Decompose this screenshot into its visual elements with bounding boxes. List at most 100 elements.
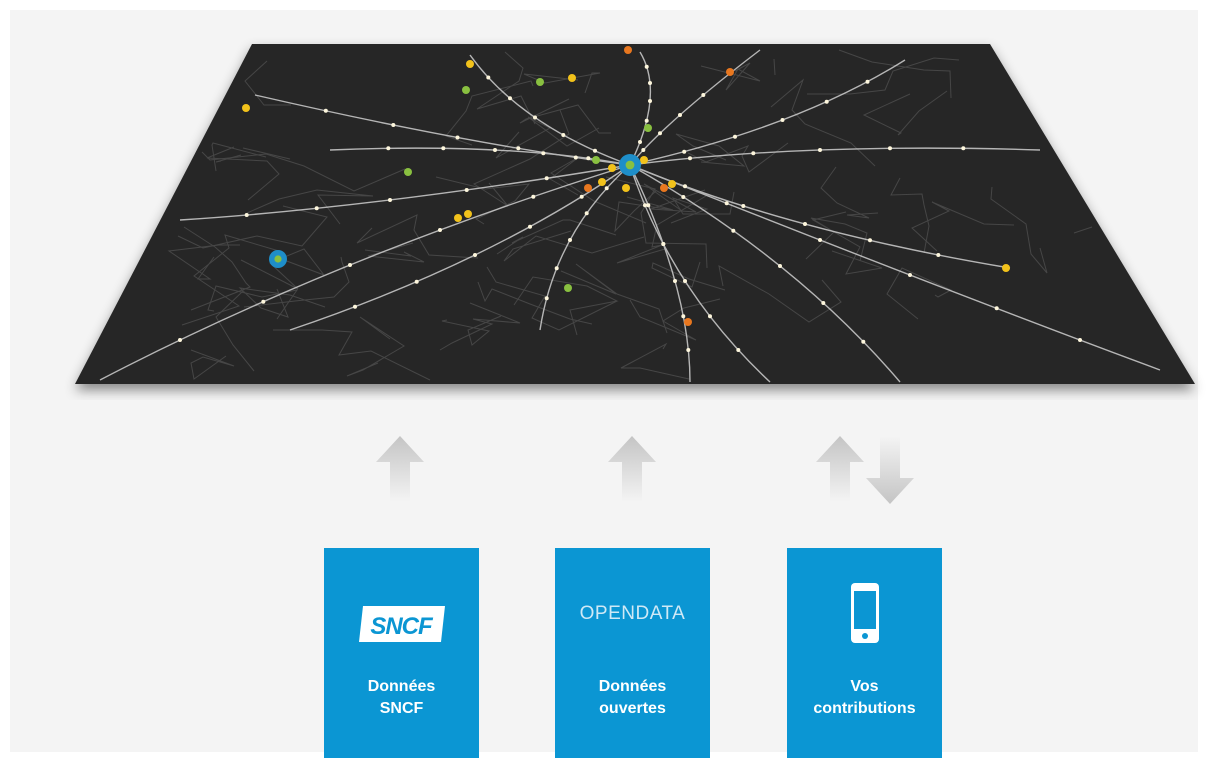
card-label-opendata: Données ouvertes [555,676,710,720]
station-dot [658,131,662,136]
station-dot [678,113,682,117]
station-dot [780,118,785,122]
card-label-line1: Vos [850,678,879,695]
station-dot [508,96,512,101]
station-dot [736,348,741,352]
station-dot [641,148,646,152]
card-label-sncf: Données SNCF [324,676,479,720]
station-dot [531,194,536,199]
hub-center [274,255,282,263]
station-dot [561,133,566,137]
station-dot [818,238,822,242]
station-yellow [640,156,648,164]
card-label-line2: contributions [813,700,916,717]
station-dot [648,99,652,103]
station-yellow [1002,264,1010,272]
station-dot [803,222,807,226]
sncf-logo: SNCF [359,606,445,642]
station-yellow [608,164,616,172]
station-dot [778,264,782,268]
station-dot [1078,338,1082,342]
station-orange [684,318,692,326]
station-dot [568,238,572,242]
station-dot [865,79,870,84]
station-dot [353,304,357,309]
station-yellow [568,74,576,82]
station-yellow [454,214,462,222]
station-green [564,284,572,292]
station-dot [178,338,182,342]
station-yellow [622,184,630,192]
station-dot [516,146,521,151]
station-dot [861,339,866,344]
station-dot [661,242,666,246]
station-dot [994,306,999,311]
station-dot [682,149,687,154]
station-dot [323,108,328,113]
card-label-line2: ouvertes [599,700,666,717]
svg-text:SNCF: SNCF [370,613,434,640]
station-dot [961,146,966,151]
station-dot [455,135,460,140]
station-dot [731,228,736,233]
station-dot [464,188,469,192]
station-dot [554,266,559,271]
station-yellow [242,104,250,112]
station-dot [701,93,706,97]
station-dot [708,314,712,319]
station-orange [584,184,592,192]
station-dot [888,146,892,151]
station-dot [584,211,589,216]
up-arrow-opendata [608,436,656,502]
station-dot [414,279,419,284]
station-green [404,168,412,176]
station-dot [741,204,746,208]
station-orange [660,184,668,192]
station-dot [544,296,549,301]
station-dot [593,148,597,153]
card-opendata[interactable]: OPENDATA Données ouvertes [555,548,710,758]
station-dot [544,176,549,181]
station-dot [441,146,446,151]
station-green [592,156,600,164]
card-label-contributions: Vos contributions [787,676,942,720]
station-dot [686,348,691,352]
station-dot [579,194,584,199]
station-dot [386,146,391,151]
station-dot [388,198,392,202]
station-dot [644,64,649,69]
station-yellow [668,180,676,188]
station-orange [624,46,632,54]
smartphone-icon [851,583,879,643]
station-dot [733,134,737,139]
station-dot [473,253,477,257]
station-dot [493,148,497,152]
card-contributions[interactable]: Vos contributions [787,548,942,758]
station-green [462,86,470,94]
station-dot [541,151,546,156]
station-dot [604,186,609,191]
station-dot [648,81,652,85]
station-dot [528,224,532,229]
card-sncf[interactable]: SNCF Données SNCF [324,548,479,758]
station-orange [726,68,734,76]
hub-center [625,160,635,170]
station-dot [586,156,591,161]
station-green [644,124,652,132]
station-dot [868,238,872,243]
station-dot [533,115,537,120]
station-dot [314,206,319,211]
station-dot [688,156,692,161]
network-map [75,44,1195,384]
station-dot [348,263,352,267]
station-dot [936,253,941,257]
station-dot [818,148,822,152]
station-dot [573,155,578,160]
opendata-logo: OPENDATA [579,603,686,624]
station-dot [683,279,687,283]
station-dot [681,314,686,319]
station-green [536,78,544,86]
station-dot [673,279,677,283]
station-dot [261,299,266,304]
station-dot [486,75,491,80]
